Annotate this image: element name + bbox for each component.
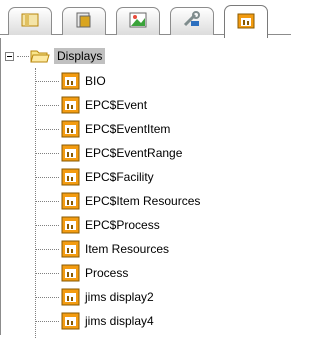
tree-connector (35, 152, 59, 154)
tree-panel: Displays BIO EPC$Event EPC$EventItem EPC… (0, 38, 291, 338)
tree-item-label[interactable]: BIO (85, 74, 106, 88)
tree-connector (17, 55, 29, 57)
tree-connector (35, 128, 59, 130)
tree-connector (35, 104, 59, 106)
tree-item-label[interactable]: EPC$Facility (85, 170, 154, 184)
tree-item-label[interactable]: Process (85, 266, 128, 280)
tree-item-label[interactable]: jims display2 (85, 290, 154, 304)
tree-item[interactable]: Process (35, 262, 128, 284)
tree-connector (35, 320, 59, 322)
tree-item[interactable]: jims display4 (35, 310, 154, 332)
tab-bar (0, 0, 291, 40)
display-icon (61, 72, 81, 90)
tree-item-label[interactable]: Item Resources (85, 242, 169, 256)
tree-item[interactable]: EPC$Item Resources (35, 190, 200, 212)
tree-item-label[interactable]: EPC$EventRange (85, 146, 182, 160)
display-icon (61, 120, 81, 138)
display-icon (61, 240, 81, 258)
tree-item[interactable]: EPC$EventItem (35, 118, 170, 140)
tree-connector (35, 176, 59, 178)
tree-item[interactable]: BIO (35, 70, 106, 92)
tree-connector (35, 248, 59, 250)
folder-tab-icon (19, 11, 41, 32)
display-icon (61, 96, 81, 114)
display-icon (61, 192, 81, 210)
tab-images[interactable] (116, 7, 160, 35)
tree-item-label[interactable]: jims display4 (85, 314, 154, 328)
tree-item[interactable]: jims display2 (35, 286, 154, 308)
tab-tools[interactable] (170, 7, 214, 35)
tab-documents[interactable] (62, 7, 106, 35)
tab-folders[interactable] (8, 7, 52, 35)
display-icon (61, 264, 81, 282)
tree-item[interactable]: EPC$Event (35, 94, 147, 116)
collapse-icon[interactable] (5, 51, 14, 61)
display-icon (61, 312, 81, 330)
display-tab-icon (235, 12, 257, 33)
tree-item-label[interactable]: EPC$Process (85, 218, 160, 232)
tree-item[interactable]: EPC$Process (35, 214, 160, 236)
tree-connector (35, 80, 59, 82)
tree-connector (35, 272, 59, 274)
tree-root-label[interactable]: Displays (54, 48, 106, 64)
document-tab-icon (73, 11, 95, 32)
tree-item[interactable]: Item Resources (35, 238, 169, 260)
tree-item-label[interactable]: EPC$Item Resources (85, 194, 200, 208)
display-icon (61, 288, 81, 306)
tools-tab-icon (181, 11, 203, 32)
image-tab-icon (127, 11, 149, 32)
tree-connector (35, 224, 59, 226)
display-icon (61, 144, 81, 162)
display-icon (61, 216, 81, 234)
tab-displays[interactable] (224, 5, 268, 39)
open-folder-icon (30, 47, 50, 65)
tree-item[interactable]: EPC$Facility (35, 166, 154, 188)
tree-item-label[interactable]: EPC$Event (85, 98, 147, 112)
tree-connector (35, 296, 59, 298)
tree-root-row[interactable]: Displays (5, 46, 106, 66)
tree-item-label[interactable]: EPC$EventItem (85, 122, 170, 136)
display-icon (61, 168, 81, 186)
tree-item[interactable]: EPC$EventRange (35, 142, 182, 164)
tree-connector (35, 200, 59, 202)
